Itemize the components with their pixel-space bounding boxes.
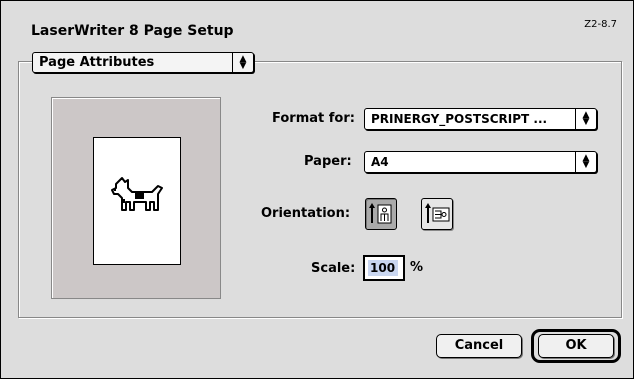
section-popup-label: Page Attributes <box>39 55 155 70</box>
popup-arrows-icon: ▲ ▼ <box>232 53 253 72</box>
paper-popup[interactable]: A4 ▲ ▼ <box>364 151 597 173</box>
paper-preview-sheet <box>93 137 181 265</box>
dialog-title: LaserWriter 8 Page Setup <box>31 23 234 39</box>
dogcow-icon <box>111 177 163 211</box>
page-preview <box>51 97 221 299</box>
format-for-popup[interactable]: PRINERGY_POSTSCRIPT ... ▲ ▼ <box>364 108 597 130</box>
percent-unit: % <box>410 260 424 275</box>
landscape-orientation-button[interactable] <box>421 198 453 230</box>
page-setup-dialog: LaserWriter 8 Page Setup Z2-8.7 Page Att… <box>0 0 634 379</box>
popup-arrows-icon: ▲ ▼ <box>575 109 596 129</box>
landscape-orientation-icon <box>425 203 450 223</box>
section-popup[interactable]: Page Attributes ▲ ▼ <box>32 52 254 73</box>
paper-label: Paper: <box>304 154 352 169</box>
scale-input[interactable] <box>368 260 398 276</box>
format-for-value: PRINERGY_POSTSCRIPT ... <box>371 112 548 126</box>
cancel-button[interactable]: Cancel <box>436 334 522 358</box>
portrait-orientation-button[interactable] <box>365 198 397 230</box>
version-label: Z2-8.7 <box>584 19 617 30</box>
scale-label: Scale: <box>311 261 356 276</box>
scale-field <box>363 255 405 281</box>
popup-arrows-icon: ▲ ▼ <box>575 152 596 172</box>
orientation-label: Orientation: <box>261 206 351 221</box>
portrait-orientation-icon <box>369 203 392 224</box>
format-for-label: Format for: <box>272 111 355 126</box>
ok-button[interactable]: OK <box>538 334 614 358</box>
paper-value: A4 <box>371 155 389 169</box>
